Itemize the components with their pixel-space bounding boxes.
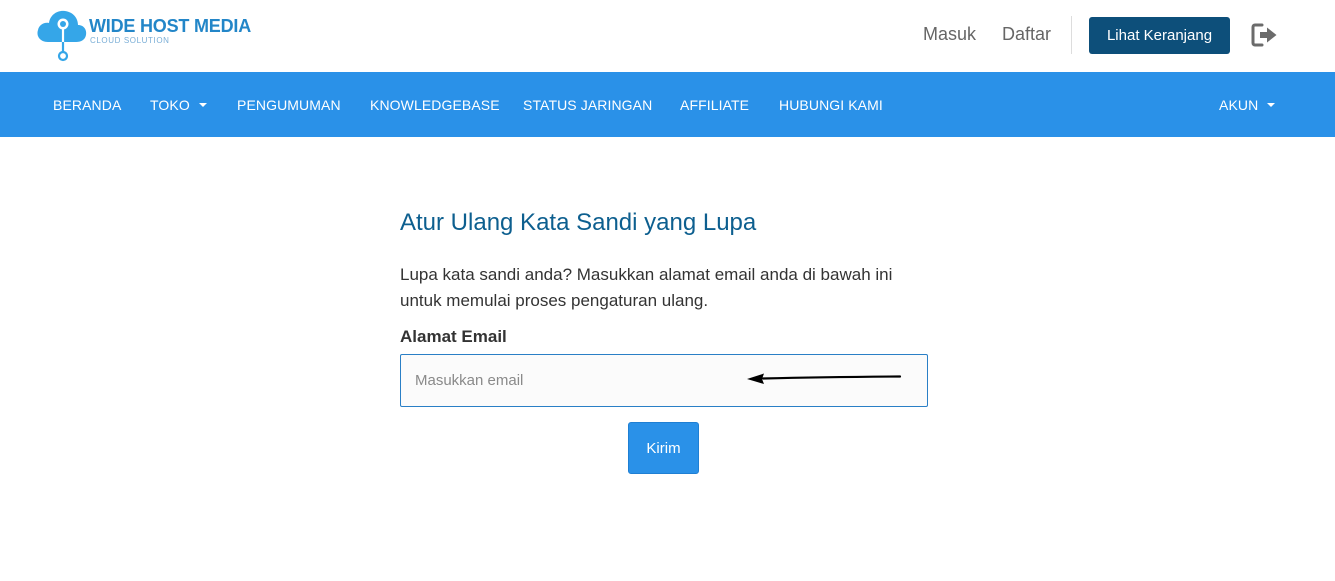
nav-item-label: AKUN — [1219, 97, 1259, 113]
nav-item-label: HUBUNGI KAMI — [779, 97, 883, 113]
register-link[interactable]: Daftar — [1002, 24, 1051, 45]
nav-item-knowledgebase[interactable]: KNOWLEDGEBASE — [370, 97, 500, 113]
logout-icon[interactable] — [1251, 23, 1279, 47]
brand-tagline: CLOUD SOLUTION — [90, 36, 170, 45]
nav-item-toko[interactable]: TOKO — [150, 97, 207, 113]
nav-item-label: STATUS JARINGAN — [523, 97, 653, 113]
nav-item-affiliate[interactable]: AFFILIATE — [680, 97, 749, 113]
left-arrow-annotation-icon — [747, 373, 902, 384]
nav-item-beranda[interactable]: BERANDA — [53, 97, 121, 113]
nav-item-akun[interactable]: AKUN — [1219, 97, 1276, 113]
view-cart-button[interactable]: Lihat Keranjang — [1089, 17, 1230, 54]
nav-item-label: KNOWLEDGEBASE — [370, 97, 500, 113]
cloud-logo-icon — [37, 10, 87, 62]
nav-item-status-jaringan[interactable]: STATUS JARINGAN — [523, 97, 652, 113]
submit-button[interactable]: Kirim — [628, 422, 699, 474]
brand-name: WIDE HOST MEDIA — [89, 16, 251, 36]
nav-item-label: AFFILIATE — [680, 97, 750, 113]
form-instructions: Lupa kata sandi anda? Masukkan alamat em… — [400, 265, 893, 310]
login-link[interactable]: Masuk — [923, 24, 976, 45]
nav-item-label: BERANDA — [53, 97, 122, 113]
nav-item-pengumuman[interactable]: PENGUMUMAN — [237, 97, 341, 113]
header-divider — [1071, 16, 1072, 54]
page-title: Atur Ulang Kata Sandi yang Lupa — [400, 209, 757, 236]
top-header: WIDE HOST MEDIA CLOUD SOLUTION Masuk Daf… — [0, 0, 1335, 72]
nav-item-label: PENGUMUMAN — [237, 97, 341, 113]
main-navbar: BERANDA TOKO PENGUMUMAN KNOWLEDGEBASE ST… — [0, 72, 1335, 137]
nav-item-hubungi-kami[interactable]: HUBUNGI KAMI — [779, 97, 883, 113]
caret-down-icon — [198, 103, 207, 108]
caret-down-icon — [1267, 103, 1276, 108]
nav-item-label: TOKO — [150, 97, 190, 113]
email-label: Alamat Email — [400, 327, 507, 346]
brand-logo[interactable]: WIDE HOST MEDIA CLOUD SOLUTION — [36, 6, 256, 62]
